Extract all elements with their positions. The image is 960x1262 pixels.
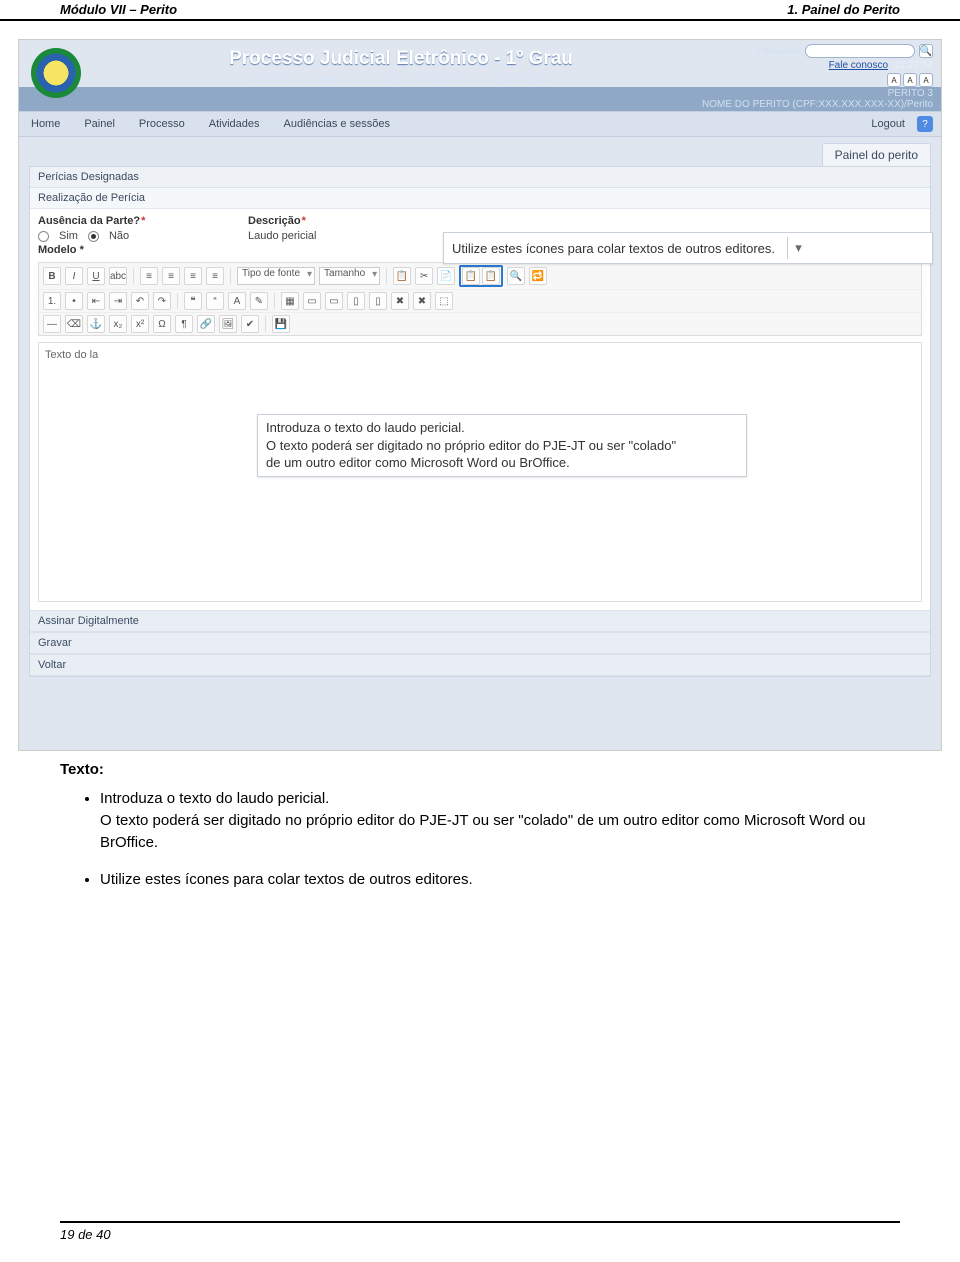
- menu-audiencias[interactable]: Audiências e sessões: [272, 112, 402, 136]
- paste-word-icon[interactable]: 📋: [462, 267, 480, 285]
- save-icon[interactable]: 💾: [272, 315, 290, 333]
- callout-editor-text: Introduza o texto do laudo pericial. O t…: [257, 414, 747, 477]
- gravar-button[interactable]: Gravar: [30, 632, 930, 654]
- indent-icon[interactable]: ⇥: [109, 292, 127, 310]
- table-icon[interactable]: ▦: [281, 292, 299, 310]
- search-label: Pesquisar: [757, 46, 801, 57]
- brasil-seal-icon: [31, 48, 81, 98]
- system-title: Processo Judicial Eletrônico - 1º Grau: [93, 48, 709, 70]
- radio-nao-label: Não: [109, 230, 129, 242]
- eraser-icon[interactable]: ⌫: [65, 315, 83, 333]
- radio-sim[interactable]: [38, 231, 49, 242]
- main-menu: Home Painel Processo Atividades Audiênci…: [19, 111, 941, 137]
- section-realizacao-pericia: Realização de Perícia: [30, 188, 930, 209]
- hr-icon[interactable]: —: [43, 315, 61, 333]
- image-icon[interactable]: 🖼: [219, 315, 237, 333]
- col-right-icon[interactable]: ▯: [369, 292, 387, 310]
- copy-icon[interactable]: 📄: [437, 267, 455, 285]
- contact-link[interactable]: Fale conosco: [829, 60, 888, 71]
- callout-dropdown-icon[interactable]: ▾: [787, 237, 809, 259]
- replace-icon[interactable]: 🔁: [529, 267, 547, 285]
- paste-plain-icon[interactable]: 📋: [482, 267, 500, 285]
- descricao-label: Descrição*: [248, 215, 317, 227]
- font-size-select[interactable]: Tamanho: [319, 267, 380, 285]
- clock-label: 22:27:54: [894, 60, 933, 71]
- spellcheck-icon[interactable]: ✔: [241, 315, 259, 333]
- paste-special-group: 📋 📋: [459, 265, 503, 287]
- pilcrow-icon[interactable]: ¶: [175, 315, 193, 333]
- superscript-icon[interactable]: x²: [131, 315, 149, 333]
- menu-painel[interactable]: Painel: [72, 112, 127, 136]
- callout-paste-icons: Utilize estes ícones para colar textos d…: [443, 232, 933, 264]
- search-input[interactable]: [805, 44, 915, 58]
- col-left-icon[interactable]: ▯: [347, 292, 365, 310]
- search-icon[interactable]: 🔍: [919, 44, 933, 58]
- align-justify-icon[interactable]: ≡: [206, 267, 224, 285]
- link-icon[interactable]: 🔗: [197, 315, 215, 333]
- font-family-select[interactable]: Tipo de fonte: [237, 267, 315, 285]
- document-footer: 19 de 40: [60, 1221, 900, 1242]
- bold-icon[interactable]: B: [43, 267, 61, 285]
- assinar-button[interactable]: Assinar Digitalmente: [30, 610, 930, 632]
- align-right-icon[interactable]: ≡: [184, 267, 202, 285]
- anchor-icon[interactable]: ⚓: [87, 315, 105, 333]
- user-role-line: PERITO 3 NOME DO PERITO (CPF:XXX.XXX.XXX…: [19, 87, 941, 111]
- radio-nao[interactable]: [88, 231, 99, 242]
- editor-placeholder: Texto do la: [45, 349, 98, 361]
- bullet-1: Introduza o texto do laudo pericial. O t…: [100, 788, 900, 853]
- bullet-2: Utilize estes ícones para colar textos d…: [100, 869, 900, 891]
- ausencia-label: Ausência da Parte?*: [38, 215, 218, 227]
- del-row-icon[interactable]: ✖: [391, 292, 409, 310]
- paste-icon[interactable]: 📋: [393, 267, 411, 285]
- logout-link[interactable]: Logout: [863, 112, 913, 136]
- find-icon[interactable]: 🔍: [507, 267, 525, 285]
- font-color-icon[interactable]: A: [228, 292, 246, 310]
- underline-icon[interactable]: U: [87, 267, 105, 285]
- strike-icon[interactable]: abc: [109, 267, 127, 285]
- section-pericias-designadas[interactable]: Perícias Designadas: [30, 167, 930, 188]
- menu-processo[interactable]: Processo: [127, 112, 197, 136]
- editor-toolbar: B I U abc ≡ ≡ ≡ ≡ Tipo de fonte Tamanho …: [38, 262, 922, 336]
- font-size-controls[interactable]: AAA: [709, 73, 933, 87]
- row-above-icon[interactable]: ▭: [303, 292, 321, 310]
- ordered-list-icon[interactable]: 1.: [43, 292, 61, 310]
- explanatory-text: Texto: Introduza o texto do laudo perici…: [0, 751, 960, 891]
- undo-icon[interactable]: ↶: [131, 292, 149, 310]
- section-title: 1. Painel do Perito: [787, 2, 900, 17]
- align-center-icon[interactable]: ≡: [162, 267, 180, 285]
- subscript-icon[interactable]: x₂: [109, 315, 127, 333]
- highlight-icon[interactable]: ✎: [250, 292, 268, 310]
- menu-home[interactable]: Home: [19, 112, 72, 136]
- redo-icon[interactable]: ↷: [153, 292, 171, 310]
- row-below-icon[interactable]: ▭: [325, 292, 343, 310]
- quote-icon[interactable]: “: [206, 292, 224, 310]
- omega-icon[interactable]: Ω: [153, 315, 171, 333]
- help-icon[interactable]: ?: [917, 116, 933, 132]
- unordered-list-icon[interactable]: •: [65, 292, 83, 310]
- radio-sim-label: Sim: [59, 230, 78, 242]
- cut-icon[interactable]: ✂: [415, 267, 433, 285]
- document-header: Módulo VII – Perito 1. Painel do Perito: [0, 0, 960, 21]
- del-col-icon[interactable]: ✖: [413, 292, 431, 310]
- page-number: 19 de 40: [60, 1227, 111, 1242]
- voltar-button[interactable]: Voltar: [30, 654, 930, 676]
- blockquote-icon[interactable]: ❝: [184, 292, 202, 310]
- italic-icon[interactable]: I: [65, 267, 83, 285]
- merge-icon[interactable]: ⬚: [435, 292, 453, 310]
- tab-painel-perito[interactable]: Painel do perito: [822, 143, 931, 166]
- system-subtitle: Conselho Superior da Justiça do Trabalho…: [93, 72, 709, 86]
- align-left-icon[interactable]: ≡: [140, 267, 158, 285]
- texto-heading: Texto:: [60, 761, 900, 778]
- menu-atividades[interactable]: Atividades: [197, 112, 272, 136]
- descricao-value: Laudo pericial: [248, 230, 317, 242]
- screenshot-frame: Processo Judicial Eletrônico - 1º Grau C…: [18, 39, 942, 751]
- module-title: Módulo VII – Perito: [60, 2, 177, 17]
- outdent-icon[interactable]: ⇤: [87, 292, 105, 310]
